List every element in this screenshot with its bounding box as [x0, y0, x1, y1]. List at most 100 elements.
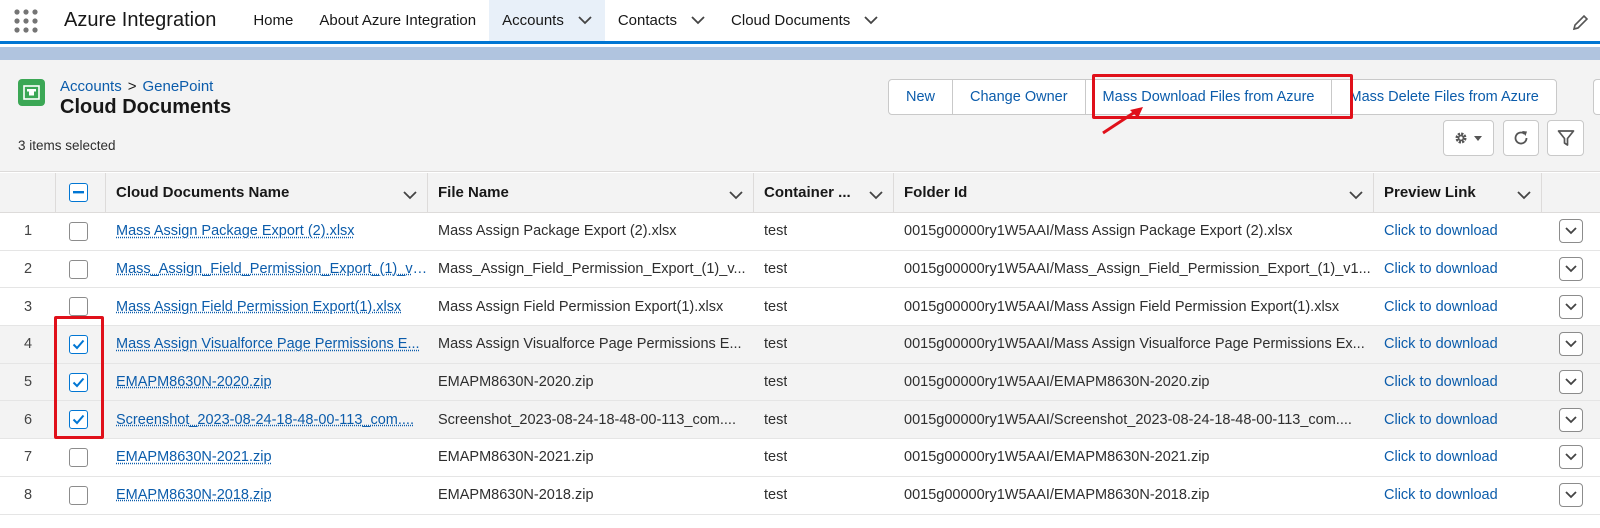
- document-name-link[interactable]: EMAPM8630N-2021.zip: [116, 449, 272, 465]
- row-checkbox[interactable]: [69, 335, 88, 354]
- mass-download-button[interactable]: Mass Download Files from Azure: [1086, 80, 1333, 114]
- document-name-link[interactable]: Mass Assign Visualforce Page Permissions…: [116, 336, 420, 352]
- row-number: 7: [0, 439, 56, 476]
- row-actions-menu-button[interactable]: [1559, 257, 1583, 281]
- table-row: 8 EMAPM8630N-2018.zip EMAPM8630N-2018.zi…: [0, 477, 1600, 515]
- document-name-link[interactable]: Mass_Assign_Field_Permission_Export_(1)_…: [116, 261, 428, 277]
- document-name-link[interactable]: EMAPM8630N-2020.zip: [116, 374, 272, 390]
- file-name-text: Mass Assign Package Export (2).xlsx: [438, 223, 677, 239]
- download-link[interactable]: Click to download: [1384, 412, 1498, 428]
- folder-id-cell: 0015g00000ry1W5AAI/Screenshot_2023-08-24…: [894, 401, 1374, 438]
- document-name-link[interactable]: Mass Assign Field Permission Export(1).x…: [116, 299, 401, 315]
- filter-button[interactable]: [1547, 120, 1584, 156]
- edit-nav-pencil-icon[interactable]: [1572, 13, 1590, 36]
- change-owner-button[interactable]: Change Owner: [953, 80, 1086, 114]
- preview-link-cell: Click to download: [1374, 364, 1542, 401]
- container-cell: test: [754, 288, 894, 325]
- row-actions-menu-button[interactable]: [1559, 370, 1583, 394]
- row-checkbox[interactable]: [69, 410, 88, 429]
- container-cell: test: [754, 213, 894, 250]
- row-actions-menu-button[interactable]: [1559, 219, 1583, 243]
- row-number: 2: [0, 251, 56, 288]
- chevron-down-icon[interactable]: [1349, 187, 1363, 204]
- column-header-name[interactable]: Cloud Documents Name: [106, 173, 428, 212]
- download-link[interactable]: Click to download: [1384, 336, 1498, 352]
- nav-item-cloud-documents[interactable]: Cloud Documents: [718, 0, 891, 41]
- folder-id-text: 0015g00000ry1W5AAI/EMAPM8630N-2021.zip: [904, 449, 1209, 465]
- document-name-link[interactable]: Mass Assign Package Export (2).xlsx: [116, 223, 355, 239]
- app-launcher-icon[interactable]: [0, 0, 52, 41]
- row-checkbox[interactable]: [69, 486, 88, 505]
- file-name-cell: EMAPM8630N-2021.zip: [428, 439, 754, 476]
- breadcrumb-accounts[interactable]: Accounts: [60, 78, 122, 95]
- nav-item-home[interactable]: Home: [240, 0, 306, 41]
- chevron-down-icon: [1565, 453, 1577, 461]
- nav-item-contacts[interactable]: Contacts: [605, 0, 718, 41]
- row-actions-menu-button[interactable]: [1559, 483, 1583, 507]
- column-header-folder-id[interactable]: Folder Id: [894, 173, 1374, 212]
- row-checkbox[interactable]: [69, 373, 88, 392]
- download-link[interactable]: Click to download: [1384, 223, 1498, 239]
- column-header-file-name[interactable]: File Name: [428, 173, 754, 212]
- document-name-cell: Screenshot_2023-08-24-18-48-00-113_com..…: [106, 401, 428, 438]
- preview-link-cell: Click to download: [1374, 251, 1542, 288]
- chevron-down-icon[interactable]: [691, 16, 705, 25]
- row-checkbox[interactable]: [69, 260, 88, 279]
- document-name-link[interactable]: EMAPM8630N-2018.zip: [116, 487, 272, 503]
- download-link[interactable]: Click to download: [1384, 449, 1498, 465]
- page-background-strip: [0, 47, 1600, 60]
- row-number: 8: [0, 477, 56, 514]
- folder-id-cell: 0015g00000ry1W5AAI/Mass Assign Field Per…: [894, 288, 1374, 325]
- more-actions-button[interactable]: [1593, 79, 1600, 115]
- download-link[interactable]: Click to download: [1384, 261, 1498, 277]
- download-link[interactable]: Click to download: [1384, 487, 1498, 503]
- folder-id-text: 0015g00000ry1W5AAI/Mass Assign Visualfor…: [904, 336, 1365, 352]
- row-number: 3: [0, 288, 56, 325]
- refresh-icon: [1512, 129, 1530, 147]
- download-link[interactable]: Click to download: [1384, 374, 1498, 390]
- container-text: test: [764, 261, 787, 277]
- row-checkbox[interactable]: [69, 297, 88, 316]
- row-actions-menu-button[interactable]: [1559, 408, 1583, 432]
- row-actions-menu-button[interactable]: [1559, 445, 1583, 469]
- row-checkbox[interactable]: [69, 448, 88, 467]
- row-actions-cell: [1542, 213, 1600, 250]
- download-link[interactable]: Click to download: [1384, 299, 1498, 315]
- row-checkbox-cell: [56, 401, 106, 438]
- row-actions-menu-button[interactable]: [1559, 332, 1583, 356]
- new-button[interactable]: New: [889, 80, 953, 114]
- chevron-down-icon[interactable]: [1517, 187, 1531, 204]
- column-header-container[interactable]: Container ...: [754, 173, 894, 212]
- container-text: test: [764, 223, 787, 239]
- cloud-documents-table: Cloud Documents Name File Name Container…: [0, 173, 1600, 515]
- chevron-down-icon[interactable]: [578, 16, 592, 25]
- document-name-link[interactable]: Screenshot_2023-08-24-18-48-00-113_com..…: [116, 412, 414, 428]
- row-actions-cell: [1542, 439, 1600, 476]
- column-header-label: Preview Link: [1384, 184, 1476, 201]
- chevron-down-icon[interactable]: [403, 187, 417, 204]
- mass-delete-button[interactable]: Mass Delete Files from Azure: [1332, 80, 1555, 114]
- select-all-header: [56, 173, 106, 212]
- folder-id-cell: 0015g00000ry1W5AAI/EMAPM8630N-2021.zip: [894, 439, 1374, 476]
- column-header-preview-link[interactable]: Preview Link: [1374, 173, 1542, 212]
- folder-id-cell: 0015g00000ry1W5AAI/EMAPM8630N-2018.zip: [894, 477, 1374, 514]
- chevron-down-icon[interactable]: [864, 16, 878, 25]
- row-actions-cell: [1542, 288, 1600, 325]
- row-number-header: [0, 173, 56, 212]
- refresh-button[interactable]: [1503, 120, 1539, 156]
- document-name-cell: EMAPM8630N-2020.zip: [106, 364, 428, 401]
- nav-item-accounts[interactable]: Accounts: [489, 0, 605, 44]
- list-settings-button[interactable]: [1443, 120, 1494, 156]
- chevron-down-icon[interactable]: [869, 187, 883, 204]
- select-all-checkbox[interactable]: [69, 183, 88, 202]
- row-checkbox[interactable]: [69, 222, 88, 241]
- nav-item-about-azure-integration[interactable]: About Azure Integration: [306, 0, 489, 41]
- file-name-text: EMAPM8630N-2018.zip: [438, 487, 594, 503]
- column-header-label: Folder Id: [904, 184, 967, 201]
- row-actions-menu-button[interactable]: [1559, 295, 1583, 319]
- nav-item-label: Home: [253, 12, 293, 29]
- global-nav: Azure Integration Home About Azure Integ…: [0, 0, 1600, 44]
- table-row: 7 EMAPM8630N-2021.zip EMAPM8630N-2021.zi…: [0, 439, 1600, 477]
- chevron-down-icon[interactable]: [729, 187, 743, 204]
- breadcrumb-genepoint[interactable]: GenePoint: [142, 78, 213, 95]
